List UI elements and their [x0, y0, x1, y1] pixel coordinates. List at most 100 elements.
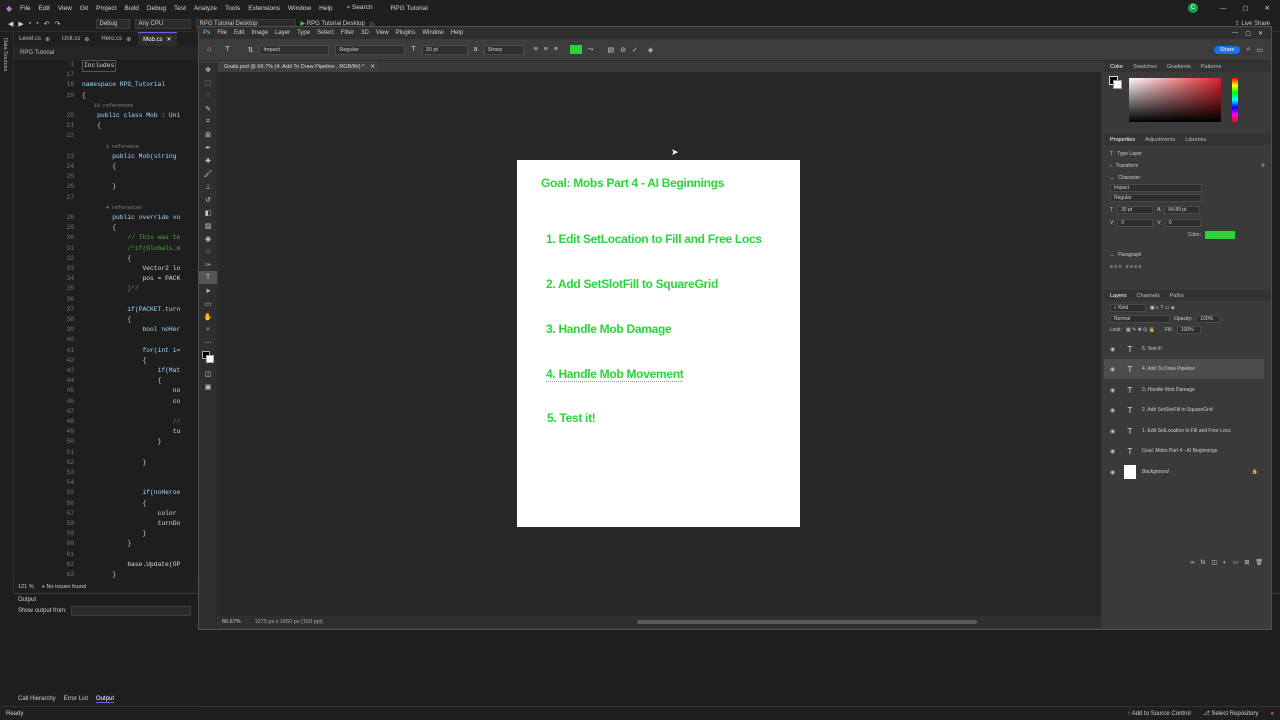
color-field[interactable]: [1129, 78, 1221, 122]
code-line[interactable]: 48 //: [14, 417, 200, 427]
notifications-icon[interactable]: ●: [1270, 711, 1274, 717]
link-icon[interactable]: ∞: [1190, 560, 1194, 566]
code-line[interactable]: 52 }: [14, 458, 200, 468]
code-line[interactable]: 4 references: [14, 203, 200, 213]
visibility-eye-icon[interactable]: ◉: [1110, 448, 1118, 455]
more-tools-icon[interactable]: ⋯: [199, 336, 217, 349]
layer-row[interactable]: ◉ T 2. Add SetSlotFill to SquareGrid: [1104, 400, 1264, 420]
path-select-tool-icon[interactable]: ➤: [199, 284, 217, 297]
code-line[interactable]: 37 if(PACKET.turn: [14, 305, 200, 315]
commit-icon[interactable]: ✓: [632, 46, 638, 54]
new-layer-icon[interactable]: ⊞: [1244, 559, 1249, 566]
font-family-select[interactable]: Impact: [259, 44, 330, 55]
zoom-level[interactable]: 121 %: [18, 584, 34, 590]
history-brush-tool-icon[interactable]: ↺: [199, 193, 217, 206]
tab-properties[interactable]: Properties: [1110, 137, 1135, 143]
code-line[interactable]: 53: [14, 468, 200, 478]
ps-menu-select[interactable]: Select: [317, 30, 334, 36]
antialias-select[interactable]: Sharp: [483, 44, 524, 55]
code-line[interactable]: 10 references: [14, 101, 200, 111]
close-tab-icon[interactable]: ✕: [166, 36, 171, 43]
goal-2[interactable]: 2. Add SetSlotFill to SquareGrid: [546, 277, 718, 291]
code-line[interactable]: 28 public override vo: [14, 213, 200, 223]
font-size-select[interactable]: 30 pt: [421, 44, 468, 55]
tab-paths[interactable]: Paths: [1170, 293, 1184, 299]
char-color-swatch[interactable]: [1205, 231, 1235, 239]
code-line[interactable]: 63 }: [14, 570, 200, 580]
shape-tool-icon[interactable]: ▭: [199, 297, 217, 310]
mask-icon[interactable]: ◫: [1211, 559, 1217, 566]
collapse-icon[interactable]: ⌄: [1110, 249, 1114, 261]
vs-menu-tools[interactable]: Tools: [225, 5, 240, 12]
layer-row-selected[interactable]: ◉ T 4. Add To Draw Pipeline: [1104, 359, 1264, 379]
delete-icon[interactable]: 🗑: [1255, 559, 1263, 566]
home-icon[interactable]: ⌂: [207, 46, 211, 53]
undo-icon[interactable]: ↶: [44, 20, 50, 28]
add-to-source-control[interactable]: ↑ Add to Source Control: [1127, 711, 1190, 717]
hue-slider[interactable]: [1232, 78, 1238, 122]
lock-icon[interactable]: 🔒: [1252, 469, 1258, 475]
vs-menu-build[interactable]: Build: [124, 5, 138, 12]
paragraph-section[interactable]: Paragraph: [1118, 249, 1141, 261]
tab-output[interactable]: Output: [96, 696, 115, 703]
code-line[interactable]: 59 }: [14, 529, 200, 539]
code-line[interactable]: 31 /*if(Globals.m: [14, 244, 200, 254]
ps-menu-type[interactable]: Type: [297, 30, 310, 36]
ps-minimize-icon[interactable]: —: [1232, 30, 1238, 36]
code-line[interactable]: 25: [14, 172, 200, 182]
forward-icon[interactable]: ▶: [18, 20, 23, 28]
vs-menu-view[interactable]: View: [58, 5, 72, 12]
ps-zoom-level[interactable]: 66.67%: [222, 619, 241, 625]
goal-3[interactable]: 3. Handle Mob Damage: [546, 322, 672, 336]
code-line[interactable]: 42 {: [14, 356, 200, 366]
code-line[interactable]: 56 {: [14, 499, 200, 509]
adjustment-icon[interactable]: ◐: [1223, 560, 1227, 566]
expand-icon[interactable]: ›: [1110, 160, 1112, 172]
vs-menu-edit[interactable]: Edit: [39, 5, 50, 12]
code-line[interactable]: 27: [14, 193, 200, 203]
tab-patterns[interactable]: Patterns: [1201, 64, 1221, 70]
horizontal-scrollbar[interactable]: [636, 620, 977, 624]
vs-menu-analyze[interactable]: Analyze: [194, 5, 217, 12]
visibility-eye-icon[interactable]: ◉: [1110, 407, 1118, 414]
reset-icon[interactable]: ↺: [1261, 160, 1265, 172]
eyedropper-tool-icon[interactable]: ✒: [199, 141, 217, 154]
issues-indicator[interactable]: ● No issues found: [42, 584, 86, 590]
healing-tool-icon[interactable]: ✚: [199, 154, 217, 167]
layer-row[interactable]: ◉ T 3. Handle Mob Damage: [1104, 380, 1264, 400]
output-source-select[interactable]: [70, 606, 191, 616]
background-color[interactable]: [206, 355, 214, 363]
vs-menu-window[interactable]: Window: [288, 5, 311, 12]
visibility-eye-icon[interactable]: ◉: [1110, 387, 1118, 394]
lock-icons[interactable]: ▦ ✎ ✥ ⊡ 🔒: [1126, 327, 1155, 333]
ps-menu-edit[interactable]: Edit: [234, 30, 244, 36]
vs-search-button[interactable]: ⌕ Search: [347, 4, 373, 12]
layer-row[interactable]: ◉ T 5. Test it!: [1104, 339, 1264, 359]
quick-select-tool-icon[interactable]: ✎: [199, 102, 217, 115]
vs-menu-help[interactable]: Help: [319, 5, 332, 12]
layer-name[interactable]: 2. Add SetSlotFill to SquareGrid: [1142, 407, 1213, 413]
crop-tool-icon[interactable]: ⌗: [199, 115, 217, 128]
code-line[interactable]: 44 {: [14, 376, 200, 386]
layer-name[interactable]: 3. Handle Mob Damage: [1142, 387, 1195, 393]
select-repository[interactable]: ⎇ Select Repository: [1203, 710, 1259, 717]
code-line[interactable]: 20 public class Mob : Uni: [14, 111, 200, 121]
code-line[interactable]: 49 tu: [14, 427, 200, 437]
orientation-icon[interactable]: ⇅: [248, 46, 254, 54]
code-line[interactable]: 45 no: [14, 386, 200, 396]
code-line[interactable]: 51: [14, 448, 200, 458]
char-leading[interactable]: 64.89 pt: [1164, 206, 1201, 214]
code-line[interactable]: 58 turnDo: [14, 519, 200, 529]
tab-color[interactable]: Color: [1110, 64, 1123, 70]
close-doc-icon[interactable]: ✕: [370, 64, 375, 70]
align-center-icon[interactable]: ≡: [544, 46, 548, 53]
goal-1[interactable]: 1. Edit SetLocation to Fill and Free Loc…: [546, 232, 762, 246]
code-line[interactable]: 1 Includes: [14, 60, 200, 72]
tab-call-hierarchy[interactable]: Call Hierarchy: [18, 696, 56, 702]
code-line[interactable]: 22: [14, 131, 200, 141]
code-line[interactable]: 38 {: [14, 315, 200, 325]
close-icon[interactable]: ✕: [1265, 4, 1270, 12]
code-line[interactable]: 55 if(noHeroe: [14, 488, 200, 498]
code-line[interactable]: 43 if(Mat: [14, 366, 200, 376]
tab-unit[interactable]: Unit.cs ⊕: [57, 32, 94, 46]
